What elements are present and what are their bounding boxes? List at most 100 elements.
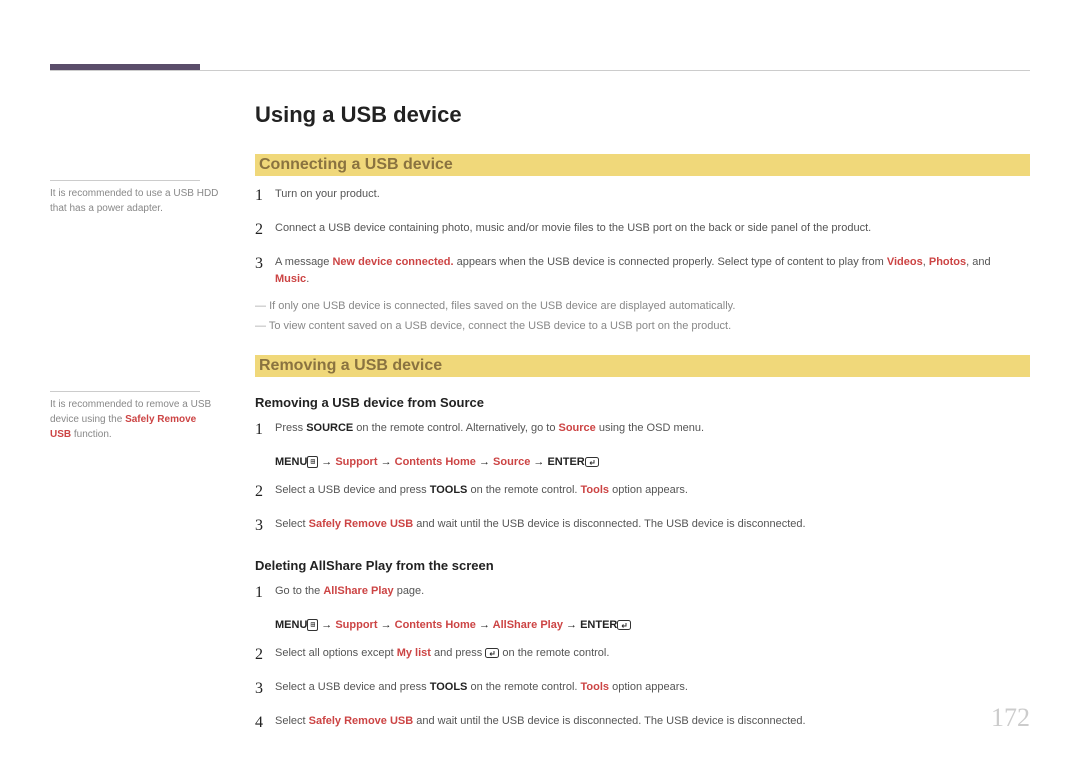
arrow: → [479, 456, 493, 468]
text: appears when the USB device is connected… [454, 256, 887, 268]
text: option appears. [609, 681, 688, 693]
step-number: 2 [255, 218, 275, 242]
highlight: Tools [581, 484, 610, 496]
text: and wait until the USB device is disconn… [413, 518, 805, 530]
step-text: Turn on your product. [275, 184, 1020, 203]
step-text: A message New device connected. appears … [275, 252, 1020, 287]
step-text: Select all options except My list and pr… [275, 643, 1020, 662]
text: Select a USB device and press [275, 484, 430, 496]
bold: SOURCE [306, 422, 353, 434]
step: 3 A message New device connected. appear… [255, 252, 1020, 287]
step-text: Select Safely Remove USB and wait until … [275, 711, 1020, 730]
step: 1 Go to the AllShare Play page. [255, 581, 1020, 605]
step: 2 Connect a USB device containing photo,… [255, 218, 1020, 242]
subsection-heading: Deleting AllShare Play from the screen [255, 558, 1030, 573]
menu-icon: ⊞ [307, 456, 318, 468]
section-heading-removing: Removing a USB device [255, 355, 1030, 377]
text: Press [275, 422, 306, 434]
arrow: → [381, 456, 395, 468]
text: . [306, 273, 309, 285]
arrow: → [381, 619, 395, 631]
step-text: Select a USB device and press TOOLS on t… [275, 677, 1020, 696]
highlight: AllShare Play [323, 585, 393, 597]
bold: TOOLS [430, 681, 468, 693]
side-note-hdd: It is recommended to use a USB HDD that … [50, 186, 220, 216]
text: A message [275, 256, 332, 268]
label: ENTER [580, 619, 617, 631]
text: and wait until the USB device is disconn… [413, 715, 805, 727]
highlight: Source [493, 456, 530, 468]
highlight: Contents Home [395, 619, 476, 631]
label: ENTER [547, 456, 584, 468]
arrow: → [321, 619, 335, 631]
step: 1 Turn on your product. [255, 184, 1020, 208]
step-number: 4 [255, 711, 275, 735]
highlight: Support [335, 456, 377, 468]
bold: TOOLS [430, 484, 468, 496]
side-rule [50, 391, 200, 392]
content-area: Using a USB device Connecting a USB devi… [50, 102, 1030, 745]
step-number: 2 [255, 480, 275, 504]
step: 1 Press SOURCE on the remote control. Al… [255, 418, 1020, 442]
step: 4 Select Safely Remove USB and wait unti… [255, 711, 1020, 735]
step: 2 Select all options except My list and … [255, 643, 1020, 667]
highlight: Tools [581, 681, 610, 693]
highlight: Contents Home [395, 456, 476, 468]
step-number: 3 [255, 514, 275, 538]
highlight: Videos [887, 256, 923, 268]
note: To view content saved on a USB device, c… [255, 317, 1020, 337]
highlight: Photos [929, 256, 966, 268]
step-text: Select Safely Remove USB and wait until … [275, 514, 1020, 533]
document-page: Using a USB device Connecting a USB devi… [0, 0, 1080, 763]
text: option appears. [609, 484, 688, 496]
text: on the remote control. [467, 681, 580, 693]
highlight: Support [335, 619, 377, 631]
step-text: Connect a USB device containing photo, m… [275, 218, 1020, 237]
arrow: → [479, 619, 493, 631]
header-rule [50, 70, 1030, 71]
text: and press [431, 647, 485, 659]
step-text: Select a USB device and press TOOLS on t… [275, 480, 1020, 499]
menu-icon: ⊞ [307, 619, 318, 631]
step-text: Press SOURCE on the remote control. Alte… [275, 418, 1020, 437]
highlight: Source [559, 422, 596, 434]
arrow: → [566, 619, 580, 631]
step-number: 2 [255, 643, 275, 667]
text: on the remote control. [467, 484, 580, 496]
step-number: 1 [255, 184, 275, 208]
highlight: Safely Remove USB [309, 518, 414, 530]
text: , and [966, 256, 990, 268]
highlight: New device connected. [332, 256, 453, 268]
text: page. [394, 585, 425, 597]
menu-path: MENU⊞ → Support → Contents Home → Source… [275, 456, 1020, 468]
enter-icon [617, 620, 631, 630]
step-text: Go to the AllShare Play page. [275, 581, 1020, 600]
section-heading-connecting: Connecting a USB device [255, 154, 1030, 176]
highlight: Music [275, 273, 306, 285]
step-number: 1 [255, 581, 275, 605]
text: Select [275, 518, 309, 530]
enter-icon [585, 457, 599, 467]
step-number: 1 [255, 418, 275, 442]
text: function. [71, 429, 112, 440]
step: 3 Select a USB device and press TOOLS on… [255, 677, 1020, 701]
step-number: 3 [255, 252, 275, 276]
highlight: My list [397, 647, 431, 659]
arrow: → [321, 456, 335, 468]
text: on the remote control. [499, 647, 609, 659]
text: Go to the [275, 585, 323, 597]
page-title: Using a USB device [255, 102, 1030, 128]
label: MENU [275, 456, 307, 468]
step: 3 Select Safely Remove USB and wait unti… [255, 514, 1020, 538]
step: 2 Select a USB device and press TOOLS on… [255, 480, 1020, 504]
text: Select a USB device and press [275, 681, 430, 693]
side-rule [50, 180, 200, 181]
note: If only one USB device is connected, fil… [255, 297, 1020, 317]
text: Select all options except [275, 647, 397, 659]
text: using the OSD menu. [596, 422, 704, 434]
menu-path: MENU⊞ → Support → Contents Home → AllSha… [275, 619, 1020, 631]
text: on the remote control. Alternatively, go… [353, 422, 558, 434]
step-number: 3 [255, 677, 275, 701]
subsection-heading: Removing a USB device from Source [255, 395, 1030, 410]
label: MENU [275, 619, 307, 631]
